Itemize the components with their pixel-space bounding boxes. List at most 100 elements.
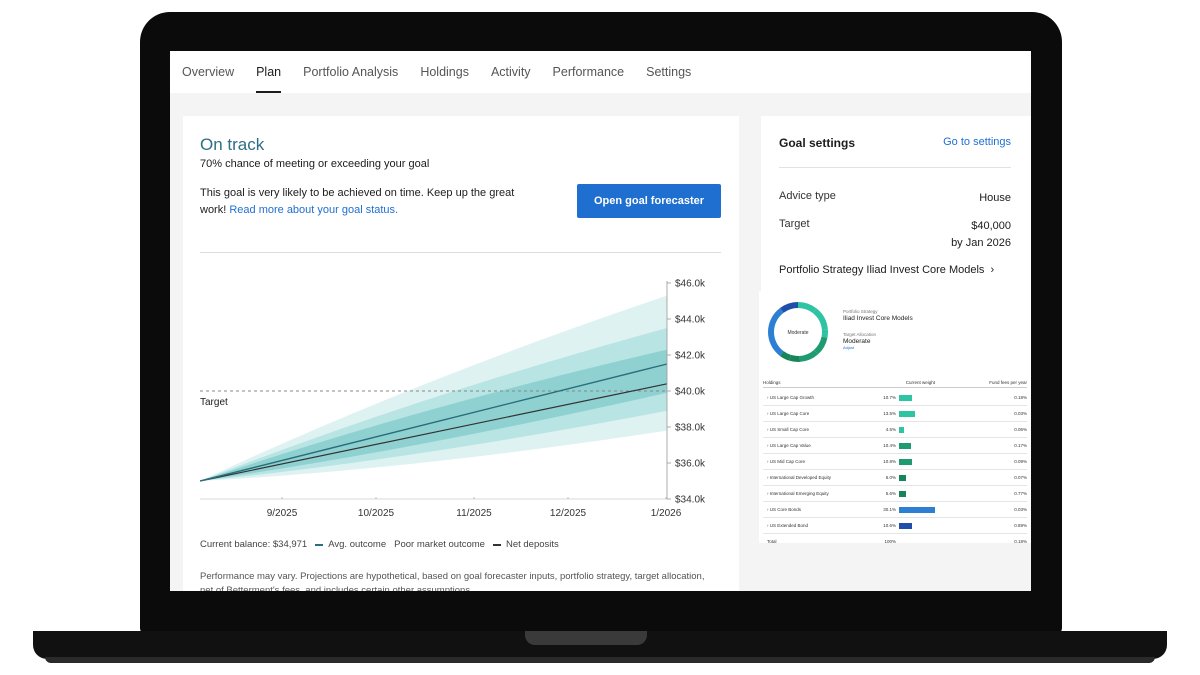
holding-weight-bar	[899, 490, 993, 497]
holding-weight: 4.5%	[885, 427, 896, 432]
x-tick-label: 11/2025	[456, 508, 492, 519]
target-label: Target	[779, 218, 810, 230]
holding-fee: 0.07%	[1014, 475, 1027, 480]
holding-name: › US Mid Cap Core	[767, 459, 806, 464]
tab-plan[interactable]: Plan	[256, 51, 282, 93]
legend-avg-swatch	[315, 543, 324, 546]
holding-weight: 13.5%	[883, 411, 896, 416]
legend-poor-label: Poor market outcome	[394, 539, 485, 550]
strategy-value: Iliad Invest Core Models	[843, 315, 913, 322]
holding-fee: 0.03%	[1014, 411, 1027, 416]
target-allocation-value: Moderate	[843, 338, 871, 345]
holding-fee: 0.09%	[1014, 459, 1027, 464]
y-tick-label: $44.0k	[675, 315, 706, 326]
holding-weight-bar	[899, 506, 993, 513]
holding-row[interactable]: › US Mid Cap Core 10.8% 0.09%	[763, 454, 1027, 470]
allocation-panel: Moderate Portfolio Strategy Iliad Invest…	[759, 291, 1031, 543]
holding-weight: 10.6%	[883, 523, 896, 528]
tab-settings[interactable]: Settings	[646, 51, 691, 93]
go-to-settings-link[interactable]: Go to settings	[943, 136, 1011, 148]
holding-weight: 5.6%	[885, 491, 896, 496]
weight-bar-fill	[899, 410, 916, 417]
goal-status-link[interactable]: Read more about your goal status.	[229, 204, 398, 216]
holding-name: › US Large Cap Growth	[767, 395, 815, 400]
holding-row[interactable]: › US Extended Bond 10.6% 0.89%	[763, 518, 1027, 534]
x-tick-label: 9/2025	[267, 508, 298, 519]
holding-weight: 100%	[884, 539, 896, 543]
y-tick-label: $38.0k	[675, 423, 706, 434]
tab-portfolio-analysis[interactable]: Portfolio Analysis	[303, 51, 398, 93]
status-description: This goal is very likely to be achieved …	[200, 185, 520, 219]
holding-row[interactable]: › US Large Cap Growth 10.7% 0.18%	[763, 390, 1027, 406]
holding-fee: 0.77%	[1014, 491, 1027, 496]
x-tick-label: 1/2026	[651, 508, 682, 519]
holding-weight-bar	[899, 539, 993, 544]
y-tick-label: $36.0k	[675, 459, 706, 470]
y-tick-label: $46.0k	[675, 279, 706, 290]
donut-center-label: Moderate	[787, 330, 808, 336]
status-subtitle: 70% chance of meeting or exceeding your …	[200, 158, 430, 170]
x-tick-label: 12/2025	[550, 508, 587, 519]
legend-deposits-swatch	[492, 543, 501, 546]
laptop-notch	[525, 631, 647, 645]
weight-header: Current weight	[905, 380, 935, 385]
holding-row[interactable]: › US Core Bonds 30.1% 0.03%	[763, 502, 1027, 518]
allocation-donut: Moderate	[768, 302, 828, 362]
tab-performance[interactable]: Performance	[553, 51, 625, 93]
legend-avg-label: Avg. outcome	[328, 539, 387, 550]
holding-row[interactable]: › International Emerging Equity 5.6% 0.77%	[763, 486, 1027, 502]
holding-name: › International Developed Equity	[767, 475, 832, 480]
holding-name: › US Large Cap Value	[767, 443, 811, 448]
holding-fee: 0.03%	[1014, 507, 1027, 512]
tab-overview[interactable]: Overview	[182, 51, 234, 93]
tab-holdings[interactable]: Holdings	[420, 51, 469, 93]
tab-activity[interactable]: Activity	[491, 51, 531, 93]
holding-fee: 0.18%	[1014, 395, 1027, 400]
holding-name: › International Emerging Equity	[767, 491, 829, 496]
open-goal-forecaster-button[interactable]: Open goal forecaster	[577, 184, 721, 218]
holding-row[interactable]: › US Small Cap Core 4.5% 0.06%	[763, 422, 1027, 438]
holdings-header: Holdings	[763, 380, 781, 385]
strategy-label: Portfolio Strategy	[843, 309, 878, 314]
holding-row[interactable]: › US Large Cap Value 10.4% 0.17%	[763, 438, 1027, 454]
target-label: Target	[200, 397, 228, 408]
weight-bar-fill	[899, 442, 912, 449]
holding-weight-bar	[899, 458, 993, 465]
allocation-meta: Portfolio Strategy Iliad Invest Core Mod…	[843, 309, 913, 350]
forecast-chart: Target $46.0k $44.0k $42.0k $40.0k $38.0k $36.…	[200, 279, 706, 519]
weight-bar-fill	[899, 522, 912, 529]
legend-deposits-label: Net deposits	[505, 539, 559, 550]
weight-bar-fill	[899, 426, 905, 433]
holding-name: › US Large Cap Core	[767, 411, 810, 416]
target-value: $40,000	[971, 220, 1011, 232]
laptop-base-shadow	[45, 657, 1155, 663]
holding-row[interactable]: › US Large Cap Core 13.5% 0.03%	[763, 406, 1027, 422]
current-balance: Current balance: $34,971	[200, 539, 308, 550]
holding-name: Total	[767, 539, 777, 543]
holding-weight: 10.4%	[883, 443, 896, 448]
holding-weight-bar	[899, 426, 993, 433]
portfolio-strategy-link[interactable]: Portfolio Strategy Iliad Invest Core Mod…	[779, 264, 994, 276]
target-row: Target $40,000 by Jan 2026	[779, 218, 1011, 252]
holding-row[interactable]: › International Developed Equity 6.0% 0.07…	[763, 470, 1027, 486]
adjust-link[interactable]: Adjust	[843, 345, 913, 350]
holding-weight: 10.8%	[883, 459, 896, 464]
y-tick-label: $42.0k	[675, 351, 706, 362]
goal-settings-title: Goal settings	[779, 136, 856, 150]
chart-legend: Current balance: $34,971 Avg. outcome Po…	[200, 539, 559, 550]
holding-weight-bar	[899, 522, 993, 529]
legend-avg-outcome: Avg. outcome	[315, 539, 386, 550]
x-tick-label: 10/2025	[358, 508, 395, 519]
holding-name: › US Core Bonds	[767, 507, 802, 512]
holding-weight-bar	[899, 394, 993, 401]
holding-fee: 0.89%	[1014, 523, 1027, 528]
weight-bar-fill	[899, 490, 906, 497]
holding-weight-bar	[899, 474, 993, 481]
screen: Overview Plan Portfolio Analysis Holding…	[170, 51, 1031, 591]
holding-weight-bar	[899, 442, 993, 449]
top-nav: Overview Plan Portfolio Analysis Holding…	[170, 51, 1031, 93]
advice-type-row: Advice type House	[779, 190, 1011, 207]
goal-settings-card: Goal settings Go to settings Advice type…	[761, 116, 1031, 291]
y-tick-label: $40.0k	[675, 387, 706, 398]
holding-name: › US Extended Bond	[767, 523, 809, 528]
